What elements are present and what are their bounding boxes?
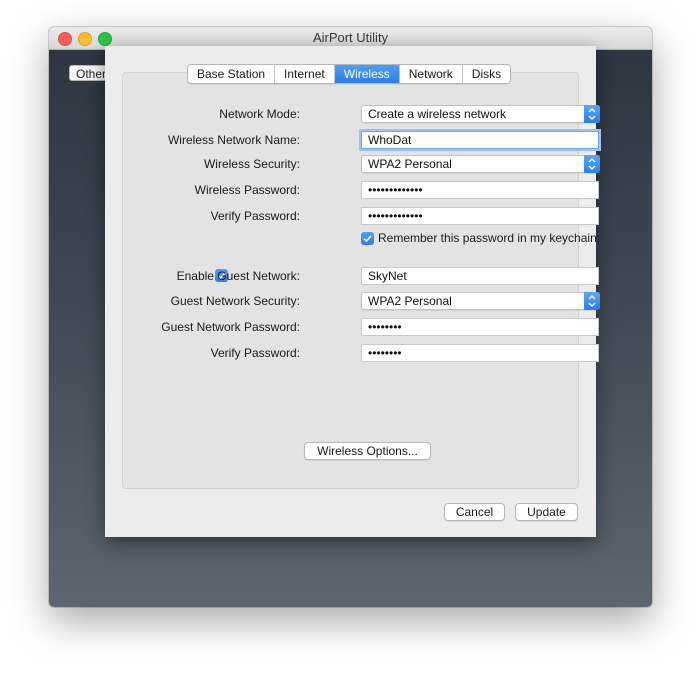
- guest-verify-password-label: Verify Password:: [210, 346, 300, 360]
- network-mode-label: Network Mode:: [219, 107, 300, 121]
- wireless-password-label: Wireless Password:: [194, 183, 300, 197]
- tab-bar: Base Station Internet Wireless Network D…: [187, 64, 512, 84]
- wireless-security-label: Wireless Security:: [203, 157, 300, 171]
- enable-guest-network-label: Enable Guest Network:: [176, 269, 300, 283]
- update-button[interactable]: Update: [515, 503, 578, 521]
- guest-verify-password-field[interactable]: ••••••••: [361, 344, 599, 362]
- guest-password-field[interactable]: ••••••••: [361, 318, 599, 336]
- guest-network-name-field[interactable]: SkyNet: [361, 267, 599, 285]
- settings-sheet: Base Station Internet Wireless Network D…: [105, 46, 600, 537]
- tab-base-station[interactable]: Base Station: [188, 65, 276, 83]
- window-title: AirPort Utility: [312, 30, 389, 45]
- updown-arrows-icon: [584, 155, 600, 173]
- wireless-security-popup[interactable]: WPA2 Personal: [361, 155, 600, 173]
- verify-password-field[interactable]: •••••••••••••: [361, 207, 599, 225]
- network-name-label: Wireless Network Name:: [167, 133, 300, 147]
- verify-password-label: Verify Password:: [210, 209, 300, 223]
- airport-utility-window: AirPort Utility Other Base Station Inter…: [49, 27, 652, 607]
- network-mode-value: Create a wireless network: [368, 107, 507, 121]
- tab-network[interactable]: Network: [399, 65, 463, 83]
- tab-disks[interactable]: Disks: [462, 65, 511, 83]
- network-name-field[interactable]: WhoDat: [361, 131, 599, 149]
- wireless-security-value: WPA2 Personal: [368, 157, 452, 171]
- guest-password-label: Guest Network Password:: [161, 320, 300, 334]
- zoom-window-button[interactable]: [98, 32, 112, 46]
- updown-arrows-icon: [584, 292, 600, 310]
- tab-internet[interactable]: Internet: [275, 65, 335, 83]
- wireless-options-button[interactable]: Wireless Options...: [304, 442, 431, 460]
- tab-wireless[interactable]: Wireless: [334, 65, 400, 83]
- network-mode-popup[interactable]: Create a wireless network: [361, 105, 600, 123]
- wireless-password-field[interactable]: •••••••••••••: [361, 181, 599, 199]
- updown-arrows-icon: [584, 105, 600, 123]
- remember-password-checkbox[interactable]: [361, 232, 374, 245]
- guest-security-value: WPA2 Personal: [368, 294, 452, 308]
- minimize-window-button[interactable]: [78, 32, 92, 46]
- remember-password-label: Remember this password in my keychain: [378, 231, 597, 245]
- guest-security-popup[interactable]: WPA2 Personal: [361, 292, 600, 310]
- checkmark-icon: [363, 235, 372, 243]
- cancel-button[interactable]: Cancel: [444, 503, 505, 521]
- guest-security-label: Guest Network Security:: [170, 294, 300, 308]
- close-window-button[interactable]: [58, 32, 72, 46]
